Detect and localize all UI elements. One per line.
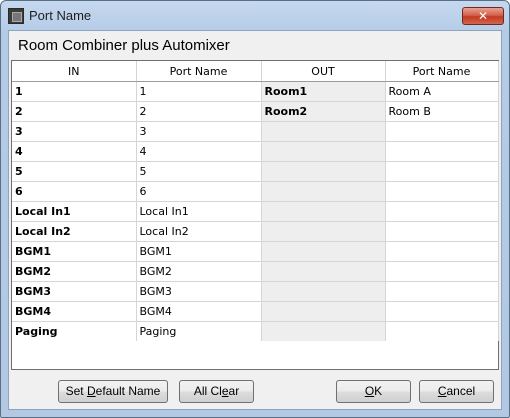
out-label-cell	[261, 201, 386, 222]
in-label-cell: 2	[12, 101, 137, 122]
in-port-name-cell[interactable]: BGM3	[136, 281, 262, 302]
out-port-name-cell[interactable]	[385, 221, 499, 242]
table-row: Local In2 Local In2	[12, 221, 499, 242]
table-row: 1 1 Room1 Room A	[12, 81, 499, 102]
port-name-table: IN Port Name OUT Port Name 1 1 Room1 Room A…	[12, 61, 499, 341]
table-row: 66	[12, 181, 499, 202]
in-port-name-cell[interactable]: BGM1	[136, 241, 262, 262]
cancel-button[interactable]: Cancel	[419, 380, 494, 403]
in-port-name-cell[interactable]: 2	[136, 101, 262, 122]
out-port-name-cell[interactable]	[385, 161, 499, 182]
table-row: Local In1 Local In1	[12, 201, 499, 222]
out-port-name-cell[interactable]	[385, 121, 499, 142]
in-port-name-cell[interactable]: BGM4	[136, 301, 262, 322]
out-port-name-cell[interactable]	[385, 181, 499, 202]
column-header-in-port-name: Port Name	[136, 61, 262, 82]
out-label-cell	[261, 261, 386, 282]
out-label-cell	[261, 221, 386, 242]
close-button[interactable]: ✕	[462, 7, 504, 25]
in-label-cell: Local In2	[12, 221, 137, 242]
out-label-cell	[261, 141, 386, 162]
column-header-in: IN	[12, 61, 137, 82]
out-port-name-cell[interactable]	[385, 241, 499, 262]
out-port-name-cell[interactable]	[385, 261, 499, 282]
table-row: 33	[12, 121, 499, 142]
header-row: IN Port Name OUT Port Name	[12, 61, 499, 82]
out-label-cell	[261, 241, 386, 262]
title-bar[interactable]: Port Name ✕	[1, 1, 509, 31]
component-title: Room Combiner plus Automixer	[18, 37, 230, 54]
in-label-cell: 6	[12, 181, 137, 202]
dialog-body: Room Combiner plus Automixer IN Port Nam…	[8, 30, 502, 410]
out-label-cell	[261, 281, 386, 302]
in-label-cell: Local In1	[12, 201, 137, 222]
in-label-cell: BGM3	[12, 281, 137, 302]
out-port-name-cell[interactable]	[385, 321, 499, 341]
in-label-cell: BGM4	[12, 301, 137, 322]
set-default-name-button[interactable]: Set Default Name	[58, 380, 168, 403]
out-port-name-cell[interactable]	[385, 201, 499, 222]
port-name-dialog: Port Name ✕ Room Combiner plus Automixer…	[0, 0, 510, 418]
ok-button[interactable]: OK	[336, 380, 411, 403]
table-row: 55	[12, 161, 499, 182]
app-icon	[8, 8, 24, 24]
in-port-name-cell[interactable]: Paging	[136, 321, 262, 341]
in-label-cell: BGM1	[12, 241, 137, 262]
out-label-cell: Room1	[261, 81, 386, 102]
out-label-cell	[261, 321, 386, 341]
out-port-name-cell[interactable]: Room B	[385, 101, 499, 122]
in-port-name-cell[interactable]: Local In2	[136, 221, 262, 242]
table-row: BGM4 BGM4	[12, 301, 499, 322]
in-port-name-cell[interactable]: 4	[136, 141, 262, 162]
out-label-cell: Room2	[261, 101, 386, 122]
out-label-cell	[261, 301, 386, 322]
table-row: BGM1 BGM1	[12, 241, 499, 262]
in-label-cell: 1	[12, 81, 137, 102]
column-header-out: OUT	[261, 61, 386, 82]
out-port-name-cell[interactable]: Room A	[385, 81, 499, 102]
out-port-name-cell[interactable]	[385, 301, 499, 322]
in-label-cell: 3	[12, 121, 137, 142]
out-label-cell	[261, 181, 386, 202]
in-port-name-cell[interactable]: 5	[136, 161, 262, 182]
in-port-name-cell[interactable]: 3	[136, 121, 262, 142]
grid-body: 1 1 Room1 Room A 2 2 Room2 Room B 3 3 4 4 5 5 6 6 Local …	[12, 81, 499, 341]
out-label-cell	[261, 161, 386, 182]
out-port-name-cell[interactable]	[385, 141, 499, 162]
window-title: Port Name	[29, 8, 92, 23]
in-port-name-cell[interactable]: 6	[136, 181, 262, 202]
in-label-cell: BGM2	[12, 261, 137, 282]
in-port-name-cell[interactable]: Local In1	[136, 201, 262, 222]
port-name-grid: IN Port Name OUT Port Name 1 1 Room1 Room A…	[11, 60, 499, 370]
all-clear-button[interactable]: All Clear	[179, 380, 254, 403]
in-port-name-cell[interactable]: 1	[136, 81, 262, 102]
column-header-out-port-name: Port Name	[385, 61, 499, 82]
in-label-cell: 5	[12, 161, 137, 182]
in-label-cell: Paging	[12, 321, 137, 341]
table-row: 44	[12, 141, 499, 162]
in-label-cell: 4	[12, 141, 137, 162]
table-row: BGM2 BGM2	[12, 261, 499, 282]
table-row: 2 2 Room2 Room B	[12, 101, 499, 122]
in-port-name-cell[interactable]: BGM2	[136, 261, 262, 282]
table-row: Paging Paging	[12, 321, 499, 341]
table-row: BGM3 BGM3	[12, 281, 499, 302]
out-label-cell	[261, 121, 386, 142]
out-port-name-cell[interactable]	[385, 281, 499, 302]
